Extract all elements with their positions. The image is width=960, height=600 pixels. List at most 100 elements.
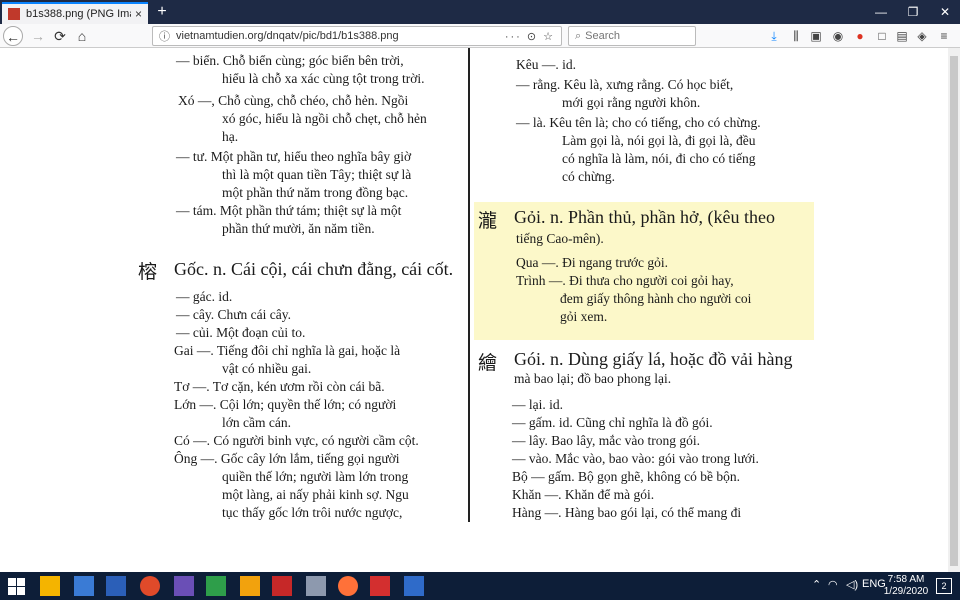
headword-goi2: Gói. n. Dùng giấy lá, hoặc đồ vải hàng	[514, 349, 793, 369]
menu-icon[interactable]: ≡	[936, 28, 952, 44]
url-text[interactable]: vietnamtudien.org/dnqatv/pic/bd1/b1s388.…	[176, 30, 499, 42]
entry-line: Bộ — gấm. Bộ gọn ghẽ, không có bề bộn.	[512, 469, 740, 484]
app6-icon[interactable]	[306, 576, 326, 596]
entry-line: — cây. Chưn cái cây.	[176, 307, 292, 322]
search-bar[interactable]: ⌕	[568, 26, 696, 46]
entry-line: Có —. Có người binh vực, có người cầm cộ…	[174, 433, 419, 448]
close-window-icon[interactable]: ✕	[930, 0, 960, 24]
notification-icon[interactable]: 2	[936, 578, 952, 594]
windows-taskbar: ⌃ ◠ ◁) ENG 7:58 AM 1/29/2020 2	[0, 572, 960, 600]
browser-navbar: ← → ⟳ ⌂ ⓘ vietnamtudien.org/dnqatv/pic/b…	[0, 24, 960, 48]
extension3-icon[interactable]: ◈	[914, 28, 930, 44]
app4-icon[interactable]	[206, 576, 226, 596]
app5-icon[interactable]	[240, 576, 260, 596]
account-icon[interactable]: ◉	[830, 28, 846, 44]
entry-line: Khăn —. Khăn để mà gói.	[512, 487, 655, 502]
entry-line: thì là một quan tiền Tây; thiệt sự là	[222, 167, 412, 182]
entry-line: hạ.	[222, 129, 239, 144]
entry-line: — rằng. Kêu là, xưng rằng. Có học biết,	[516, 77, 734, 92]
han-character: 榕	[138, 261, 158, 283]
viewport-margin-left	[0, 48, 100, 572]
tab-title: b1s388.png (PNG Image, 1323...	[26, 8, 131, 20]
volume-icon[interactable]: ◁)	[846, 578, 858, 591]
entry-line: — tư. Một phần tư, hiểu theo nghĩa bây g…	[176, 149, 412, 164]
entry-line: gỏi xem.	[560, 309, 608, 324]
reload-button[interactable]: ⟳	[50, 26, 70, 46]
clock-time: 7:58 AM	[887, 574, 925, 585]
entry-line: Xó —, Chỗ cùng, chỗ chéo, chỗ hẻn. Ngồi	[178, 93, 409, 108]
word-icon[interactable]	[404, 576, 424, 596]
clock-date: 1/29/2020	[883, 586, 929, 597]
info-icon[interactable]: ⓘ	[159, 28, 170, 44]
entry-line: có chừng.	[562, 169, 616, 184]
scrollbar-thumb[interactable]	[950, 56, 958, 566]
entry-line: — biển. Chỗ biển cùng; góc biển bên trời…	[176, 53, 404, 68]
firefox-icon[interactable]	[338, 576, 358, 596]
page-viewport: — biển. Chỗ biển cùng; góc biển bên trời…	[0, 48, 960, 572]
entry-line: Hàng —. Hàng bao gói lại, có thể mang đi	[512, 505, 742, 520]
minimize-icon[interactable]: —	[866, 0, 896, 24]
entry-line: đem giấy thông hành cho người coi	[560, 291, 752, 306]
entry-line: một phần thứ năm trong đồng bạc.	[222, 185, 409, 200]
entry-line: vật có nhiều gai.	[222, 361, 312, 376]
column-divider	[468, 48, 470, 522]
url-bar[interactable]: ⓘ vietnamtudien.org/dnqatv/pic/bd1/b1s38…	[152, 26, 562, 46]
entry-line: Làm gọi là, nói gọi là, đi gọi là, đều	[562, 133, 756, 148]
network-icon[interactable]: ⌃	[812, 578, 821, 591]
wifi-icon[interactable]: ◠	[828, 578, 838, 591]
powershell-icon[interactable]	[106, 576, 126, 596]
adblock-icon[interactable]: ●	[852, 28, 868, 44]
entry-line: — tám. Một phần thứ tám; thiệt sự là một	[176, 203, 402, 218]
han-character: 繪	[478, 352, 498, 374]
home-button[interactable]: ⌂	[72, 26, 92, 46]
browser-titlebar: b1s388.png (PNG Image, 1323... × + — ❐ ✕	[0, 0, 960, 24]
app3-icon[interactable]	[174, 576, 194, 596]
entry-line: Trình —. Đi thưa cho người coi gỏi hay,	[516, 273, 734, 288]
app2-icon[interactable]	[140, 576, 160, 596]
forward-button[interactable]: →	[28, 26, 48, 46]
extension2-icon[interactable]: ▤	[894, 28, 910, 44]
han-character: 瀧	[478, 210, 498, 232]
entry-line: — là. Kêu tên là; cho có tiếng, cho có c…	[516, 115, 761, 130]
pdf-favicon-icon	[8, 8, 20, 20]
vertical-scrollbar[interactable]	[948, 48, 960, 572]
headword-goi: Gỏi. n. Phần thủ, phần hở, (kêu theo	[514, 207, 775, 227]
download-icon[interactable]: ⤓	[766, 28, 782, 44]
page-actions-icon[interactable]: ··· ⊙ ☆	[505, 30, 555, 43]
entry-line: phần thứ mười, ăn năm tiền.	[222, 221, 375, 236]
app-icon[interactable]	[74, 576, 94, 596]
entry-line: một làng, ai nấy phải kinh sợ. Ngu	[222, 487, 409, 502]
entry-line: — lại. id.	[512, 397, 563, 412]
entry-line: Kêu —. id.	[516, 57, 576, 72]
entry-line: Qua —. Đi ngang trước gỏi.	[516, 255, 669, 270]
search-input[interactable]	[585, 30, 676, 42]
entry-line: Lớn —. Cội lớn; quyền thế lớn; có người	[174, 397, 397, 412]
entry-line: Ông —. Gốc cây lớn lắm, tiếng gọi người	[174, 451, 400, 466]
windows-start-icon[interactable]	[6, 576, 26, 596]
library-icon[interactable]: ⫼	[788, 28, 804, 44]
new-tab-button[interactable]: +	[152, 2, 172, 22]
clock[interactable]: 7:58 AM 1/29/2020	[882, 574, 930, 598]
sidebar-icon[interactable]: ▣	[808, 28, 824, 44]
back-button[interactable]: ←	[3, 26, 23, 46]
entry-line: Tơ —. Tơ cặn, kén ươm rồi còn cái bã.	[174, 379, 385, 394]
entry-line: mới gọi rằng người khôn.	[562, 95, 701, 110]
restore-icon[interactable]: ❐	[898, 0, 928, 24]
entry-line: xó góc, hiểu là ngồi chỗ chẹt, chỗ hẻn	[222, 111, 427, 126]
extension-icon[interactable]: □	[874, 28, 890, 44]
tab-close-icon[interactable]: ×	[135, 7, 142, 21]
entry-line: tục thấy gốc lớn trôi nước ngược,	[222, 505, 403, 520]
entry-line: mà bao lại; đồ bao phong lại.	[514, 371, 672, 386]
acrobat-icon[interactable]	[272, 576, 292, 596]
headword-goc: Gốc. n. Cái cội, cái chưn đằng, cái cốt.	[174, 259, 454, 279]
entry-line: quiền thế lớn; người làm lớn trong	[222, 469, 409, 484]
entry-line: — củi. Một đoạn củi to.	[176, 325, 306, 340]
file-explorer-icon[interactable]	[40, 576, 60, 596]
entry-line: — lây. Bao lây, mắc vào trong gói.	[512, 433, 700, 448]
pdf-reader-icon[interactable]	[370, 576, 390, 596]
entry-line: Gai —. Tiếng đôi chỉ nghĩa là gai, hoặc …	[174, 343, 401, 358]
search-icon: ⌕	[575, 29, 582, 42]
entry-line: — vào. Mắc vào, bao vào: gói vào trong l…	[512, 451, 759, 466]
entry-line: — gác. id.	[176, 289, 233, 304]
browser-tab[interactable]: b1s388.png (PNG Image, 1323... ×	[2, 2, 148, 24]
